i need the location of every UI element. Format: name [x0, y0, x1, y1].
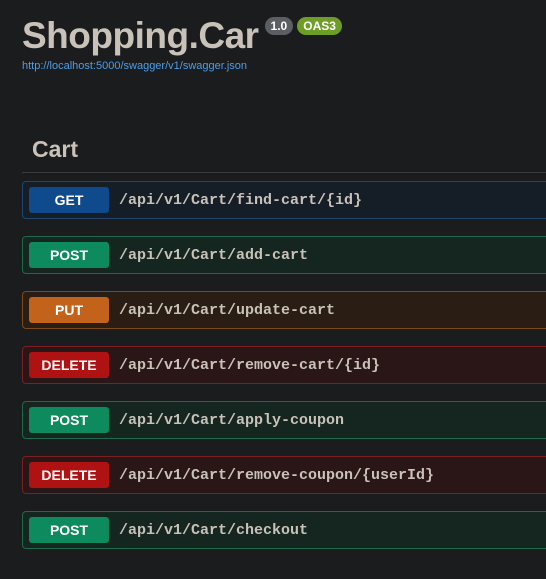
- version-badge: 1.0: [264, 17, 294, 35]
- method-badge: DELETE: [29, 462, 109, 488]
- operation-path: /api/v1/Cart/add-cart: [119, 246, 309, 264]
- operation-update-cart[interactable]: PUT /api/v1/Cart/update-cart: [22, 291, 546, 329]
- swagger-page: Shopping.Car 1.0 OAS3 http://localhost:5…: [0, 0, 546, 579]
- method-badge: POST: [29, 242, 109, 268]
- operations-list: GET /api/v1/Cart/find-cart/{id} POST /ap…: [22, 181, 546, 566]
- api-title: Shopping.Car: [22, 15, 259, 56]
- spec-url-link[interactable]: http://localhost:5000/swagger/v1/swagger…: [22, 60, 342, 72]
- operation-path: /api/v1/Cart/checkout: [119, 521, 309, 539]
- oas-badge: OAS3: [297, 17, 342, 35]
- operation-path: /api/v1/Cart/remove-coupon/{userId}: [119, 466, 435, 484]
- operation-remove-coupon[interactable]: DELETE /api/v1/Cart/remove-coupon/{userI…: [22, 456, 546, 494]
- method-badge: PUT: [29, 297, 109, 323]
- operation-add-cart[interactable]: POST /api/v1/Cart/add-cart: [22, 236, 546, 274]
- operation-path: /api/v1/Cart/apply-coupon: [119, 411, 345, 429]
- operation-path: /api/v1/Cart/update-cart: [119, 301, 336, 319]
- operation-find-cart[interactable]: GET /api/v1/Cart/find-cart/{id}: [22, 181, 546, 219]
- operation-apply-coupon[interactable]: POST /api/v1/Cart/apply-coupon: [22, 401, 546, 439]
- operation-remove-cart[interactable]: DELETE /api/v1/Cart/remove-cart/{id}: [22, 346, 546, 384]
- api-info: Shopping.Car 1.0 OAS3 http://localhost:5…: [22, 14, 342, 72]
- method-badge: DELETE: [29, 352, 109, 378]
- operation-path: /api/v1/Cart/find-cart/{id}: [119, 191, 363, 209]
- operation-checkout[interactable]: POST /api/v1/Cart/checkout: [22, 511, 546, 549]
- tag-section-header[interactable]: Cart: [22, 128, 546, 173]
- method-badge: GET: [29, 187, 109, 213]
- title-row: Shopping.Car 1.0 OAS3: [22, 14, 342, 58]
- method-badge: POST: [29, 517, 109, 543]
- operation-path: /api/v1/Cart/remove-cart/{id}: [119, 356, 381, 374]
- method-badge: POST: [29, 407, 109, 433]
- tag-name: Cart: [32, 136, 79, 162]
